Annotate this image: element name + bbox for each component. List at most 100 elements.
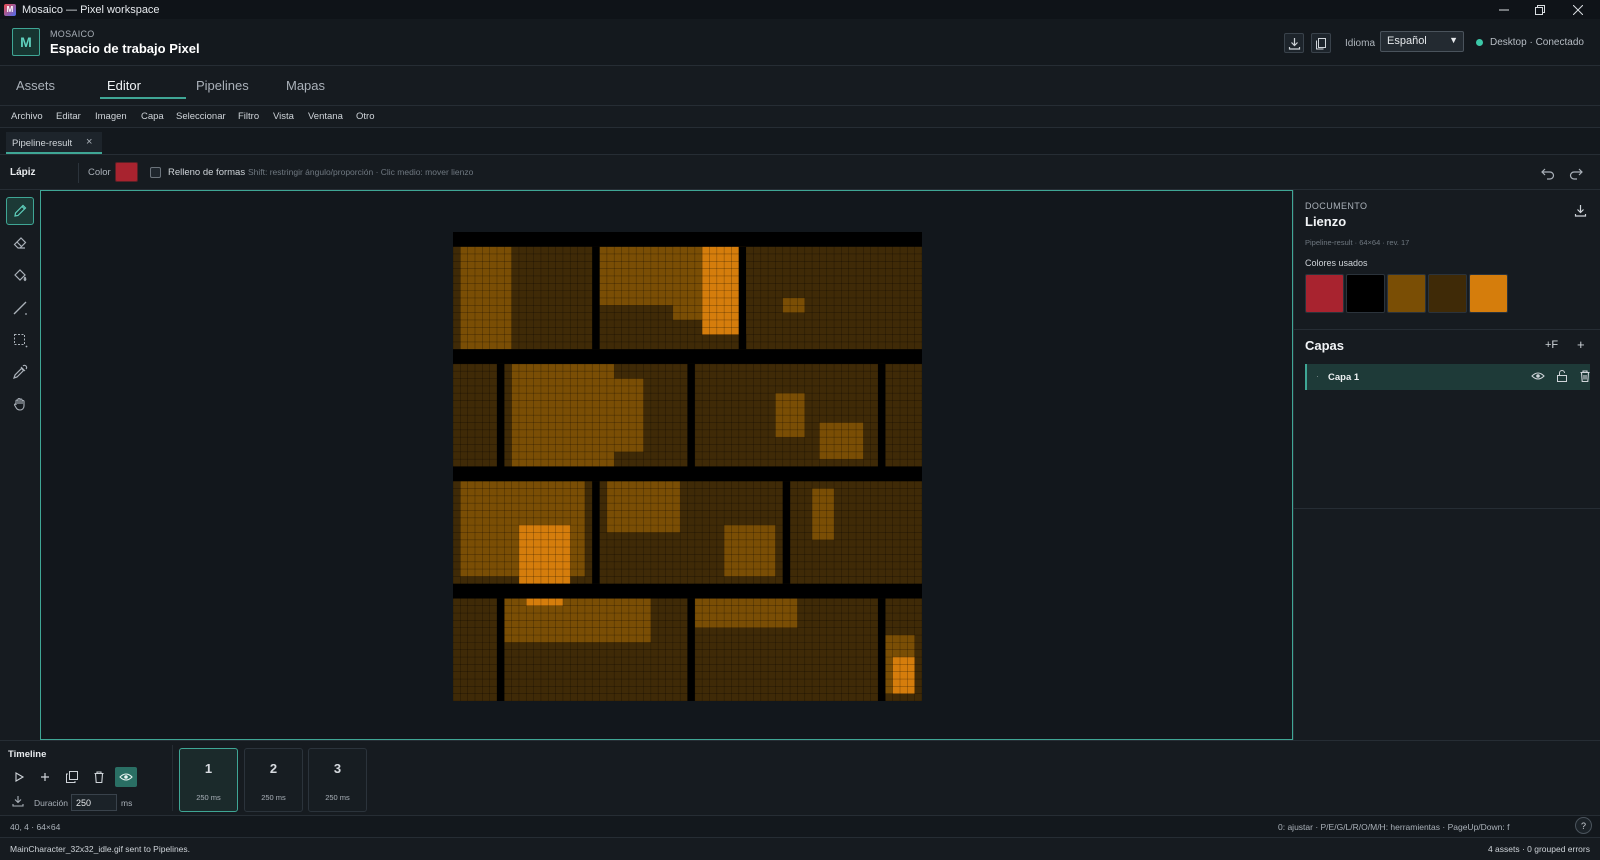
export-gif-button[interactable] (12, 795, 24, 810)
hand-tool[interactable] (6, 390, 34, 418)
menu-seleccionar[interactable]: Seleccionar (176, 111, 226, 122)
redo-icon (1569, 168, 1583, 180)
document-tab[interactable]: Pipeline-result × (6, 132, 102, 154)
menu-ventana[interactable]: Ventana (308, 111, 343, 122)
menu-bar: Archivo Editar Imagen Capa Seleccionar F… (0, 106, 1600, 128)
duration-input[interactable]: 250 (71, 794, 117, 811)
brand-name: MOSAICO (50, 29, 95, 39)
frame-thumb[interactable]: 1 250 ms (179, 748, 238, 812)
frame-duration: 250 ms (261, 793, 286, 802)
pixel-canvas[interactable] (453, 232, 922, 701)
connection-status-dot (1476, 39, 1483, 46)
undo-button[interactable] (1540, 165, 1556, 181)
pencil-tool[interactable] (6, 197, 34, 225)
eraser-tool[interactable] (6, 229, 34, 257)
menu-filtro[interactable]: Filtro (238, 111, 259, 122)
tool-strip (0, 190, 40, 740)
hand-icon (13, 397, 25, 411)
add-layer-folder-button[interactable]: +F (1545, 339, 1558, 351)
menu-editar[interactable]: Editar (56, 111, 81, 122)
workspace-title: Espacio de trabajo Pixel (50, 41, 200, 56)
close-tab-icon[interactable]: × (86, 136, 92, 148)
minimize-icon[interactable] (1486, 0, 1522, 19)
menu-vista[interactable]: Vista (273, 111, 294, 122)
timeline-panel: Timeline Duración 250 ms 1 250 ms 2 250 … (0, 740, 1600, 815)
frame-thumb[interactable]: 2 250 ms (244, 748, 303, 812)
used-color-swatch[interactable] (1387, 274, 1426, 313)
language-select[interactable]: Español ▼ (1380, 31, 1464, 52)
restore-icon[interactable] (1522, 0, 1558, 19)
window-titlebar: M Mosaico — Pixel workspace (0, 0, 1600, 19)
drag-handle-icon[interactable]: · (1316, 371, 1319, 381)
delete-layer-button[interactable] (1578, 369, 1592, 383)
line-tool[interactable] (6, 294, 34, 322)
document-meta: Pipeline-result · 64×64 · rev. 17 (1305, 238, 1410, 247)
delete-frame-button[interactable] (88, 767, 110, 787)
layer-name: Capa 1 (1328, 372, 1360, 383)
trash-icon (1580, 370, 1590, 383)
document-tab-label: Pipeline-result (12, 138, 73, 149)
active-tab-indicator (100, 97, 186, 99)
color-label: Color (88, 167, 111, 178)
eye-icon (119, 773, 133, 781)
log-message: MainCharacter_32x32_idle.gif sent to Pip… (10, 844, 191, 854)
undo-icon (1541, 168, 1555, 180)
play-button[interactable] (8, 767, 30, 787)
used-color-swatch[interactable] (1469, 274, 1508, 313)
eyedropper-icon (13, 364, 28, 379)
redo-button[interactable] (1568, 165, 1584, 181)
active-tool-name: Lápiz (10, 167, 36, 178)
pixel-highlight (892, 657, 915, 694)
eye-icon (1531, 372, 1545, 380)
app-icon: M (4, 3, 16, 16)
frame-number: 3 (333, 761, 342, 776)
eyedropper-tool[interactable] (6, 358, 34, 386)
used-color-swatch[interactable] (1428, 274, 1467, 313)
assets-summary: 4 assets · 0 grouped errors (1487, 844, 1590, 854)
main-tabs: Assets Editor Pipelines Mapas (0, 66, 1600, 106)
menu-imagen[interactable]: Imagen (95, 111, 127, 122)
tab-mapas[interactable]: Mapas (286, 78, 325, 93)
fill-tool[interactable] (6, 262, 34, 290)
add-layer-button[interactable]: + (1577, 337, 1585, 352)
tab-pipelines[interactable]: Pipelines (196, 78, 249, 93)
tool-hint: Shift: restringir ángulo/proporción · Cl… (248, 167, 474, 177)
fill-shapes-checkbox[interactable] (150, 167, 161, 178)
layer-row[interactable]: · Capa 1 (1305, 364, 1590, 390)
add-frame-button[interactable] (34, 767, 56, 787)
divider (1294, 329, 1600, 330)
used-color-swatch[interactable] (1346, 274, 1385, 313)
copy-icon (1316, 38, 1326, 50)
canvas-viewport[interactable] (40, 190, 1293, 740)
window-title: Mosaico — Pixel workspace (22, 3, 160, 16)
divider (172, 745, 173, 811)
pencil-icon (14, 204, 27, 217)
select-tool[interactable] (6, 326, 34, 354)
layers-title: Capas (1305, 338, 1345, 353)
onion-skin-toggle[interactable] (115, 767, 137, 787)
visibility-button[interactable] (1531, 369, 1545, 383)
tab-editor[interactable]: Editor (107, 78, 141, 93)
frame-number: 1 (204, 761, 213, 776)
tab-assets[interactable]: Assets (16, 78, 55, 93)
copy-button[interactable] (1311, 33, 1331, 53)
help-button[interactable]: ? (1575, 817, 1592, 834)
used-color-swatch[interactable] (1305, 274, 1344, 313)
connection-status: Desktop · Conectado (1490, 37, 1584, 48)
cursor-coordinates: 40, 4 · 64×64 (10, 822, 61, 832)
download-icon (12, 796, 24, 807)
menu-archivo[interactable]: Archivo (11, 111, 43, 122)
current-color-swatch[interactable] (115, 162, 138, 182)
lock-button[interactable] (1555, 369, 1569, 383)
export-button[interactable] (1574, 204, 1587, 220)
play-icon (15, 772, 25, 782)
menu-capa[interactable]: Capa (141, 111, 164, 122)
download-button[interactable] (1284, 33, 1304, 53)
close-window-icon[interactable] (1560, 0, 1596, 19)
document-caption: DOCUMENTO (1305, 201, 1368, 211)
document-title: Lienzo (1305, 214, 1347, 229)
frame-thumb[interactable]: 3 250 ms (308, 748, 367, 812)
marquee-select-icon (14, 334, 28, 348)
menu-otro[interactable]: Otro (356, 111, 374, 122)
duplicate-frame-button[interactable] (61, 767, 83, 787)
